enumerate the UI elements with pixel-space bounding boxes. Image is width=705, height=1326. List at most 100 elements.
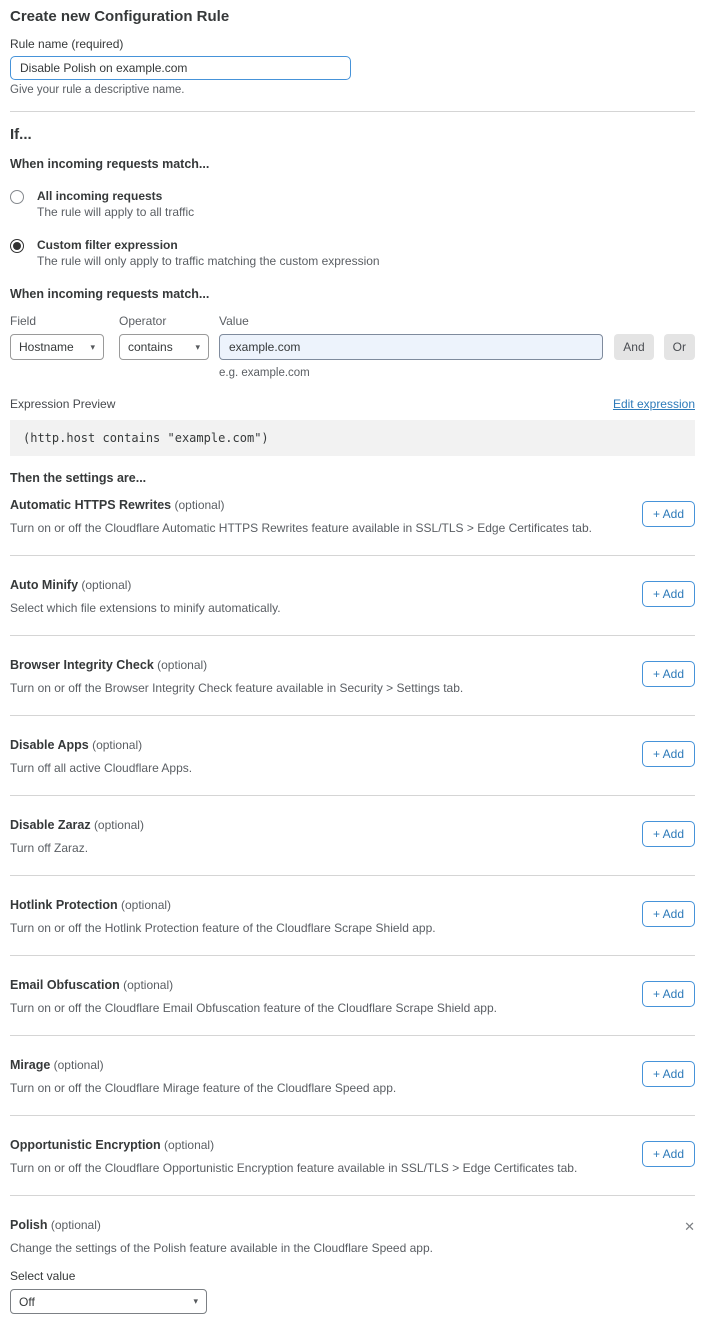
section-divider <box>10 111 695 112</box>
create-configuration-rule-form: Create new Configuration Rule Rule name … <box>0 0 705 1326</box>
operator-label: Operator <box>119 314 209 328</box>
setting-description: Turn off all active Cloudflare Apps. <box>10 761 192 775</box>
setting-title: Mirage (optional) <box>10 1058 396 1073</box>
add-button[interactable]: + Add <box>642 821 695 847</box>
setting-description: Turn on or off the Browser Integrity Che… <box>10 681 463 695</box>
field-select[interactable]: Hostname ▾ <box>10 334 104 360</box>
setting-text: Disable Apps (optional) Turn off all act… <box>10 738 192 775</box>
optional-suffix: (optional) <box>123 978 173 992</box>
add-button[interactable]: + Add <box>642 741 695 767</box>
rule-name-help: Give your rule a descriptive name. <box>10 84 695 97</box>
chevron-down-icon: ▾ <box>90 343 95 352</box>
field-column: Field Hostname ▾ <box>10 314 104 360</box>
setting-row-disable-zaraz: Disable Zaraz (optional) Turn off Zaraz.… <box>10 796 695 876</box>
optional-suffix: (optional) <box>81 578 131 592</box>
if-heading: If... <box>10 126 695 143</box>
value-input[interactable] <box>219 334 603 360</box>
field-label: Field <box>10 314 104 328</box>
add-button[interactable]: + Add <box>642 1141 695 1167</box>
setting-title: Browser Integrity Check (optional) <box>10 658 463 673</box>
page-title: Create new Configuration Rule <box>10 8 695 25</box>
value-label: Value <box>219 314 603 328</box>
optional-suffix: (optional) <box>92 738 142 752</box>
optional-suffix: (optional) <box>164 1138 214 1152</box>
setting-row-hotlink-protection: Hotlink Protection (optional) Turn on or… <box>10 876 695 956</box>
radio-option-all-incoming-requests[interactable]: All incoming requests The rule will appl… <box>10 189 695 219</box>
setting-row-browser-integrity-check: Browser Integrity Check (optional) Turn … <box>10 636 695 716</box>
then-settings-heading: Then the settings are... <box>10 471 695 486</box>
radio-option-text: All incoming requests The rule will appl… <box>37 189 194 219</box>
setting-name: Opportunistic Encryption <box>10 1138 161 1152</box>
setting-row-email-obfuscation: Email Obfuscation (optional) Turn on or … <box>10 956 695 1036</box>
add-button[interactable]: + Add <box>642 661 695 687</box>
and-button[interactable]: And <box>614 334 653 360</box>
optional-suffix: (optional) <box>174 498 224 512</box>
add-button[interactable]: + Add <box>642 981 695 1007</box>
setting-name: Automatic HTTPS Rewrites <box>10 498 171 512</box>
radio-button-unselected[interactable] <box>10 190 24 204</box>
radio-option-description: The rule will apply to all traffic <box>37 206 194 219</box>
value-hint: e.g. example.com <box>219 367 603 379</box>
setting-text: Opportunistic Encryption (optional) Turn… <box>10 1138 577 1175</box>
close-icon[interactable]: ✕ <box>684 1220 695 1233</box>
setting-description: Turn on or off the Cloudflare Opportunis… <box>10 1161 577 1175</box>
operator-select-value: contains <box>128 340 173 354</box>
expression-preview-code: (http.host contains "example.com") <box>10 420 695 456</box>
optional-suffix: (optional) <box>94 818 144 832</box>
add-button[interactable]: + Add <box>642 501 695 527</box>
incoming-requests-match-heading: When incoming requests match... <box>10 157 695 172</box>
chevron-down-icon: ▾ <box>193 1297 198 1306</box>
setting-name: Hotlink Protection <box>10 898 118 912</box>
setting-row-mirage: Mirage (optional) Turn on or off the Clo… <box>10 1036 695 1116</box>
setting-title: Opportunistic Encryption (optional) <box>10 1138 577 1153</box>
setting-row-automatic-https-rewrites: Automatic HTTPS Rewrites (optional) Turn… <box>10 486 695 556</box>
setting-name: Email Obfuscation <box>10 978 120 992</box>
optional-suffix: (optional) <box>157 658 207 672</box>
setting-row-disable-apps: Disable Apps (optional) Turn off all act… <box>10 716 695 796</box>
setting-title: Email Obfuscation (optional) <box>10 978 497 993</box>
optional-suffix: (optional) <box>51 1218 101 1232</box>
setting-description: Turn on or off the Cloudflare Mirage fea… <box>10 1081 396 1095</box>
setting-title: Disable Apps (optional) <box>10 738 192 753</box>
setting-description: Select which file extensions to minify a… <box>10 601 281 615</box>
setting-name: Disable Apps <box>10 738 89 752</box>
setting-text: Auto Minify (optional) Select which file… <box>10 578 281 615</box>
field-select-value: Hostname <box>19 340 74 354</box>
setting-name: Polish <box>10 1218 48 1232</box>
add-button[interactable]: + Add <box>642 1061 695 1087</box>
polish-value-select[interactable]: Off ▾ <box>10 1289 207 1314</box>
operator-select[interactable]: contains ▾ <box>119 334 209 360</box>
setting-row-opportunistic-encryption: Opportunistic Encryption (optional) Turn… <box>10 1116 695 1196</box>
edit-expression-link[interactable]: Edit expression <box>613 397 695 411</box>
radio-option-label: All incoming requests <box>37 189 194 203</box>
expression-preview-header: Expression Preview Edit expression <box>10 397 695 411</box>
rule-name-label: Rule name (required) <box>10 37 695 51</box>
radio-option-custom-filter-expression[interactable]: Custom filter expression The rule will o… <box>10 238 695 268</box>
rule-name-input[interactable] <box>10 56 351 80</box>
add-button[interactable]: + Add <box>642 581 695 607</box>
chevron-down-icon: ▾ <box>195 343 200 352</box>
or-button[interactable]: Or <box>664 334 695 360</box>
setting-description: Turn off Zaraz. <box>10 841 144 855</box>
setting-text: Email Obfuscation (optional) Turn on or … <box>10 978 497 1015</box>
setting-description: Turn on or off the Hotlink Protection fe… <box>10 921 436 935</box>
add-button[interactable]: + Add <box>642 901 695 927</box>
setting-title: Hotlink Protection (optional) <box>10 898 436 913</box>
setting-text: Automatic HTTPS Rewrites (optional) Turn… <box>10 498 592 535</box>
optional-suffix: (optional) <box>121 898 171 912</box>
radio-option-text: Custom filter expression The rule will o… <box>37 238 380 268</box>
setting-name: Browser Integrity Check <box>10 658 154 672</box>
expression-builder-heading: When incoming requests match... <box>10 287 695 302</box>
setting-title: Disable Zaraz (optional) <box>10 818 144 833</box>
radio-option-description: The rule will only apply to traffic matc… <box>37 255 380 268</box>
expression-preview-label: Expression Preview <box>10 397 115 411</box>
setting-title: Auto Minify (optional) <box>10 578 281 593</box>
setting-text: Browser Integrity Check (optional) Turn … <box>10 658 463 695</box>
optional-suffix: (optional) <box>54 1058 104 1072</box>
radio-button-selected[interactable] <box>10 239 24 253</box>
operator-column: Operator contains ▾ <box>119 314 209 360</box>
polish-select-value: Off <box>19 1295 35 1309</box>
setting-row-auto-minify: Auto Minify (optional) Select which file… <box>10 556 695 636</box>
setting-title: Polish (optional) <box>10 1218 101 1233</box>
polish-header: Polish (optional) ✕ <box>10 1218 695 1233</box>
